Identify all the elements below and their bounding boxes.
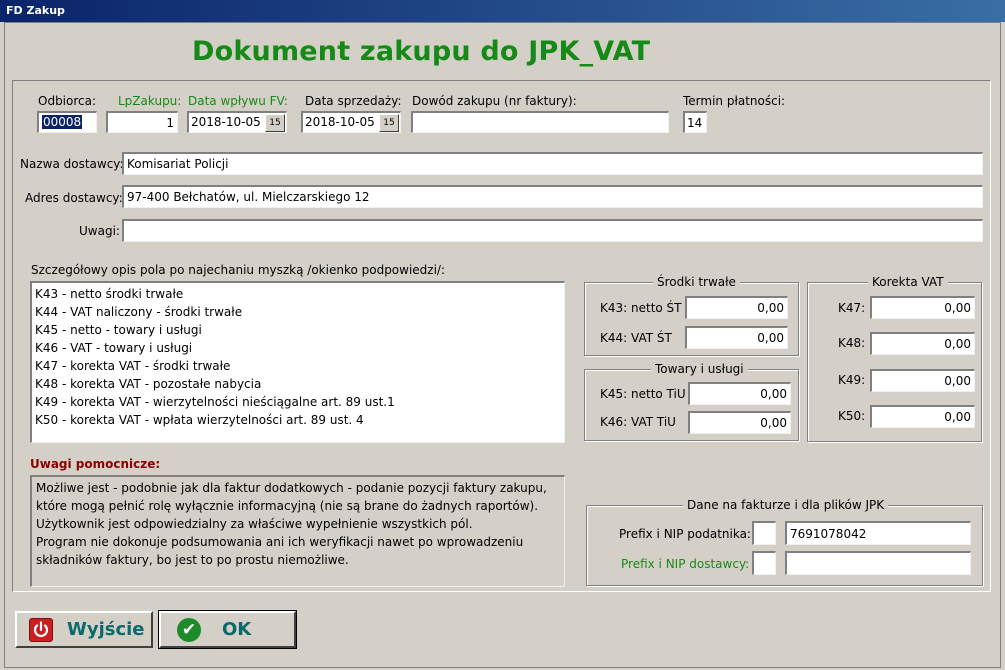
- lp-zakupu-field[interactable]: [106, 111, 178, 133]
- nazwa-dostawcy-field[interactable]: [122, 152, 983, 175]
- ok-button-label: OK: [222, 619, 252, 640]
- data-sprzedazy-field[interactable]: 2018-10-05 15: [301, 111, 401, 133]
- k47-label: K47:: [838, 301, 866, 315]
- termin-platnosci-label: Termin płatności:: [683, 94, 786, 108]
- calendar-icon[interactable]: 15: [265, 114, 285, 132]
- checkmark-icon: ✔: [177, 618, 201, 642]
- srodki-trwale-title: Środki trwałe: [653, 275, 740, 289]
- nip-dostawcy-field[interactable]: [785, 551, 971, 575]
- prefix-podatnika-field[interactable]: [752, 521, 776, 545]
- notes-line: składników faktury, bo jest to po prostu…: [36, 553, 349, 567]
- list-item[interactable]: K48 - korekta VAT - pozostałe nabycia: [35, 375, 561, 393]
- description-label: Szczegółowy opis pola po najechaniu mysz…: [31, 263, 446, 277]
- list-item[interactable]: K43 - netto środki trwałe: [35, 285, 561, 303]
- k46-field[interactable]: [688, 411, 791, 434]
- data-wplywu-value: 2018-10-05: [191, 115, 261, 129]
- lp-zakupu-label: LpZakupu:: [118, 94, 182, 108]
- termin-platnosci-field[interactable]: [683, 111, 707, 133]
- uwagi-field[interactable]: [122, 219, 983, 242]
- list-item[interactable]: K47 - korekta VAT - środki trwałe: [35, 357, 561, 375]
- k45-label: K45: netto TiU: [600, 387, 686, 401]
- description-list[interactable]: K43 - netto środki trwałe K44 - VAT nali…: [30, 281, 565, 443]
- k49-field[interactable]: [870, 369, 975, 392]
- k44-label: K44: VAT ŚT: [600, 331, 672, 345]
- uwagi-label: Uwagi:: [79, 224, 120, 238]
- k44-field[interactable]: [685, 326, 788, 349]
- dowod-zakupu-field[interactable]: [411, 111, 669, 133]
- list-item[interactable]: K46 - VAT - towary i usługi: [35, 339, 561, 357]
- notes-title: Uwagi pomocnicze:: [30, 457, 161, 471]
- odbiorca-label: Odbiorca:: [38, 94, 97, 108]
- notes-line: Użytkownik jest odpowiedzialny za właści…: [36, 517, 473, 531]
- adres-dostawcy-field[interactable]: [122, 185, 983, 208]
- k48-field[interactable]: [870, 332, 975, 355]
- data-wplywu-field[interactable]: 2018-10-05 15: [187, 111, 287, 133]
- exit-button[interactable]: Wyjście: [15, 611, 153, 648]
- prefix-dostawcy-field[interactable]: [752, 551, 776, 575]
- list-item[interactable]: K50 - korekta VAT - wpłata wierzytelnośc…: [35, 411, 561, 429]
- k48-label: K48:: [838, 336, 866, 350]
- data-wplywu-label: Data wpływu FV:: [188, 94, 288, 108]
- korekta-vat-title: Korekta VAT: [868, 275, 948, 289]
- list-item[interactable]: K49 - korekta VAT - wierzytelności nieśc…: [35, 393, 561, 411]
- k50-field[interactable]: [870, 405, 975, 428]
- k46-label: K46: VAT TiU: [600, 415, 676, 429]
- power-icon: [29, 618, 53, 642]
- window-title: FD Zakup: [0, 0, 1005, 22]
- data-sprzedazy-label: Data sprzedaży:: [305, 94, 402, 108]
- dowod-zakupu-label: Dowód zakupu (nr faktury):: [412, 94, 577, 108]
- notes-memo[interactable]: Możliwe jest - podobnie jak dla faktur d…: [30, 475, 565, 587]
- nip-podatnika-label: Prefix i NIP podatnika:: [619, 527, 751, 541]
- jpk-title: Dane na fakturze i dla plików JPK: [683, 498, 889, 512]
- odbiorca-field[interactable]: 00008: [37, 111, 97, 133]
- adres-dostawcy-label: Adres dostawcy:: [25, 191, 123, 205]
- data-sprzedazy-value: 2018-10-05: [305, 115, 375, 129]
- nip-podatnika-field[interactable]: [785, 521, 971, 545]
- k50-label: K50:: [838, 409, 866, 423]
- ok-button[interactable]: ✔ OK: [158, 610, 297, 649]
- k49-label: K49:: [838, 373, 866, 387]
- list-item[interactable]: K44 - VAT naliczony - środki trwałe: [35, 303, 561, 321]
- k45-field[interactable]: [688, 382, 791, 405]
- page-title: Dokument zakupu do JPK_VAT: [192, 36, 651, 67]
- exit-button-label: Wyjście: [67, 619, 145, 640]
- list-item[interactable]: K45 - netto - towary i usługi: [35, 321, 561, 339]
- calendar-icon[interactable]: 15: [379, 114, 399, 132]
- notes-line: które mogą pełnić rolę wyłącznie informa…: [36, 499, 539, 513]
- towary-uslugi-title: Towary i usługi: [651, 362, 748, 376]
- k43-field[interactable]: [685, 296, 788, 319]
- notes-line: Możliwe jest - podobnie jak dla faktur d…: [36, 481, 547, 495]
- notes-line: Program nie dokonuje podsumowania ani ic…: [36, 535, 524, 549]
- nip-dostawcy-label: Prefix i NIP dostawcy:: [621, 557, 750, 571]
- nazwa-dostawcy-label: Nazwa dostawcy:: [20, 157, 124, 171]
- k43-label: K43: netto ŚT: [600, 301, 682, 315]
- k47-field[interactable]: [870, 296, 975, 319]
- odbiorca-value: 00008: [42, 115, 83, 129]
